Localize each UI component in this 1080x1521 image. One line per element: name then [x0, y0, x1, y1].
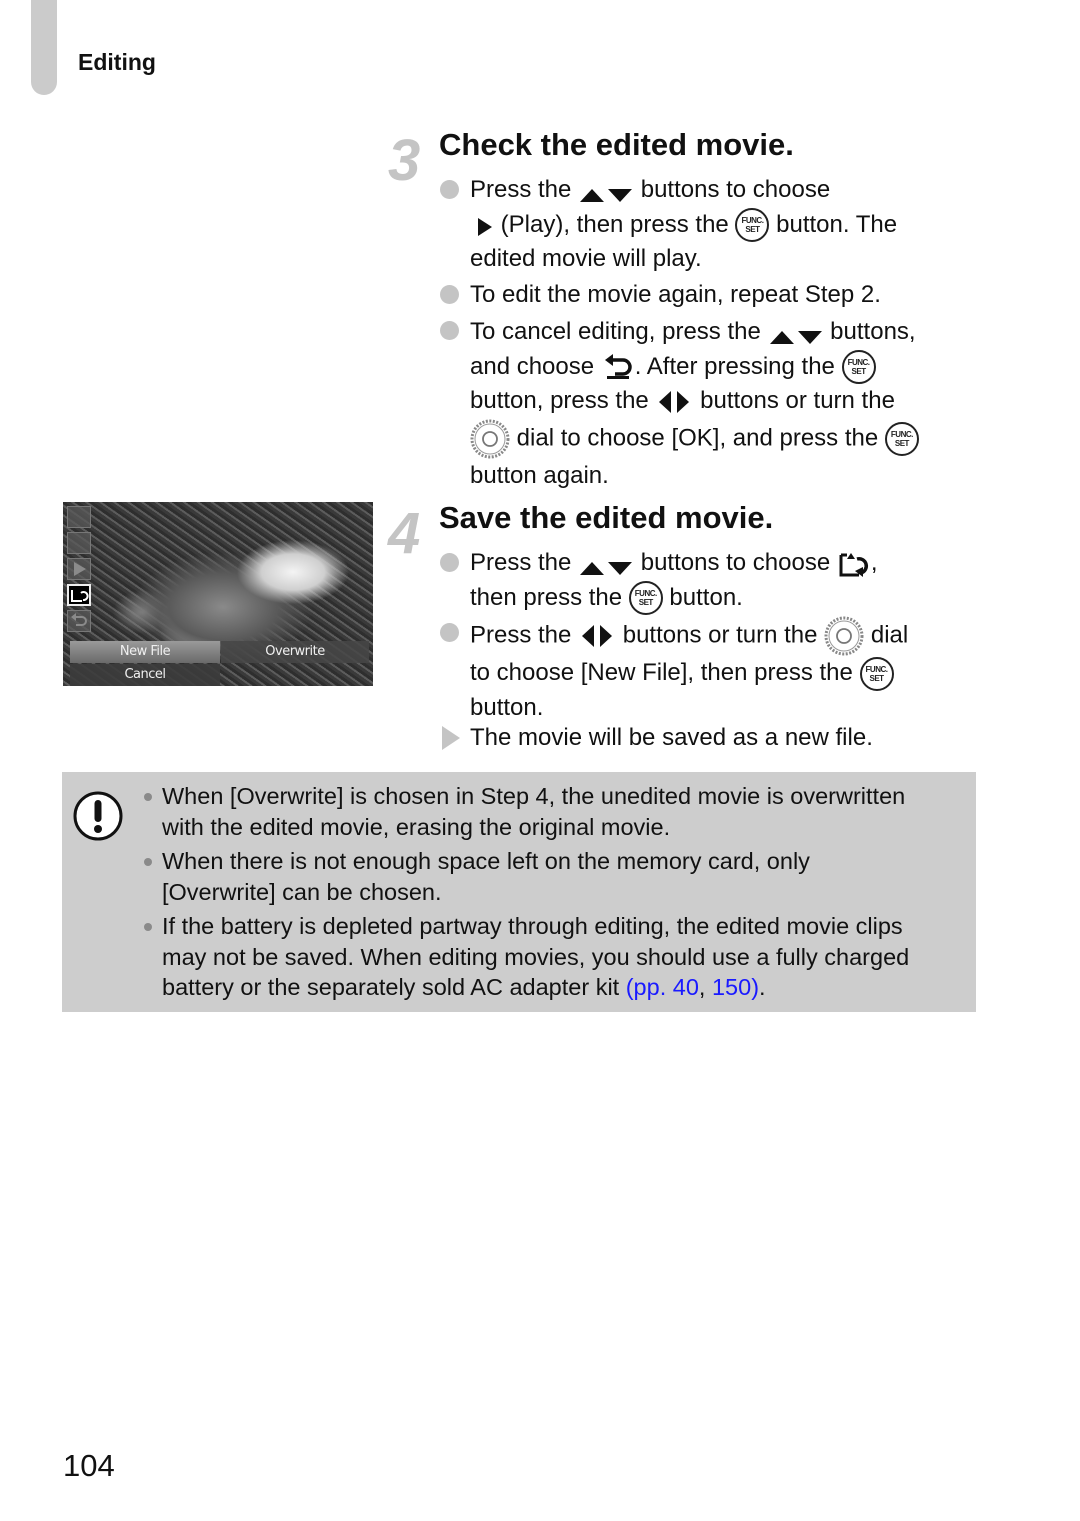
new-file-option: New File [70, 641, 220, 663]
result-arrow-icon [442, 726, 460, 750]
bullet-icon [440, 623, 459, 642]
cut-start-icon [67, 506, 91, 528]
left-right-buttons-icon [578, 623, 616, 649]
text-line: When [Overwrite] is chosen in Step 4, th… [162, 783, 906, 809]
step-3-item-3: To cancel editing, press the buttons, an… [470, 315, 919, 493]
step-3-number: 3 [388, 128, 421, 193]
note-bullet-icon [144, 923, 152, 931]
step-4-number: 4 [388, 501, 421, 566]
page-reference-link[interactable]: (pp. 40 [626, 974, 699, 1000]
func-set-button-icon: FUNC. SET [859, 656, 894, 691]
text-line: may not be saved. When editing movies, y… [162, 943, 910, 970]
text-line: battery or the separately sold AC adapte… [162, 974, 766, 1000]
text-line: button. [470, 693, 544, 721]
text-line: with the edited movie, erasing the origi… [162, 813, 671, 840]
cancel-option: Cancel [70, 664, 220, 686]
step-3-title: Check the edited movie. [439, 127, 794, 162]
save-new-file-icon [67, 584, 91, 606]
caution-icon [72, 790, 124, 847]
cancel-undo-icon [67, 610, 91, 632]
bullet-icon [440, 180, 459, 199]
caution-notice-box: When [Overwrite] is chosen in Step 4, th… [62, 772, 976, 1012]
text-line: and choose . After pressing the FUNC. SET [470, 350, 919, 385]
text-line: If the battery is depleted partway throu… [162, 913, 903, 939]
text-line: [Overwrite] can be chosen. [162, 878, 442, 905]
step-4-item-2: Press the buttons or turn the dial to ch… [470, 616, 908, 725]
text-line: Press the buttons to choose [470, 176, 831, 203]
note-bullet-icon [144, 793, 152, 801]
cut-end-icon [67, 532, 91, 554]
bullet-icon [440, 285, 459, 304]
bullet-icon [440, 553, 459, 572]
text-line: (Play), then press the FUNC. SET button. … [470, 208, 897, 243]
notice-item-3: If the battery is depleted partway throu… [162, 911, 909, 1003]
text-line: edited movie will play. [470, 245, 702, 273]
bullet-icon [440, 321, 459, 340]
step-4-item-1: Press the buttons to choose , then press… [470, 546, 878, 616]
step-4-title: Save the edited movie. [439, 500, 774, 535]
step-3-item-1: Press the buttons to choose (Play), then… [470, 173, 897, 277]
text-line: When there is not enough space left on t… [162, 848, 810, 874]
overwrite-option: Overwrite [221, 641, 369, 663]
undo-return-icon [601, 352, 635, 382]
text-line: To cancel editing, press the buttons, [470, 318, 916, 345]
camera-screen-thumbnail: New File Overwrite Cancel [63, 502, 373, 686]
text-line: button again. [470, 461, 609, 489]
up-down-buttons-icon [578, 554, 634, 575]
section-label: Editing [78, 49, 156, 75]
left-right-buttons-icon [655, 389, 693, 415]
control-dial-icon [470, 419, 510, 459]
text-line: Press the buttons or turn the dial [470, 616, 908, 656]
notice-item-1: When [Overwrite] is chosen in Step 4, th… [162, 781, 905, 842]
step-3-item-2: To edit the movie again, repeat Step 2. [470, 278, 881, 313]
up-down-buttons-icon [768, 323, 824, 344]
text-line: Press the buttons to choose , [470, 546, 878, 581]
edit-menu-icons [67, 506, 93, 636]
note-bullet-icon [144, 858, 152, 866]
func-set-button-icon: FUNC. SET [628, 581, 663, 616]
text-line: button, press the buttons or turn the [470, 387, 895, 415]
text-line: then press the FUNC. SET button. [470, 581, 878, 616]
page-link-40[interactable]: 40 [673, 974, 699, 1000]
chapter-tab-marker [31, 0, 57, 95]
page-reference-link[interactable]: 150) [712, 974, 759, 1000]
play-icon [476, 214, 494, 237]
func-set-button-icon: FUNC. SET [884, 421, 919, 456]
func-set-button-icon: FUNC. SET [841, 350, 876, 385]
control-dial-icon [824, 616, 864, 656]
text-line: dial to choose [OK], and press the FUNC.… [470, 419, 919, 459]
text-line: The movie will be saved as a new file. [470, 724, 873, 751]
notice-item-2: When there is not enough space left on t… [162, 846, 810, 907]
text-line: To edit the movie again, repeat Step 2. [470, 281, 881, 308]
text-line: to choose [New File], then press the FUN… [470, 656, 908, 691]
page-number: 104 [63, 1448, 115, 1483]
up-down-buttons-icon [578, 181, 634, 202]
save-new-file-icon [837, 549, 871, 579]
step-4-result: The movie will be saved as a new file. [470, 721, 873, 756]
page-link-150[interactable]: 150 [712, 974, 751, 1000]
func-set-button-icon: FUNC. SET [735, 208, 770, 243]
play-icon [67, 558, 91, 580]
